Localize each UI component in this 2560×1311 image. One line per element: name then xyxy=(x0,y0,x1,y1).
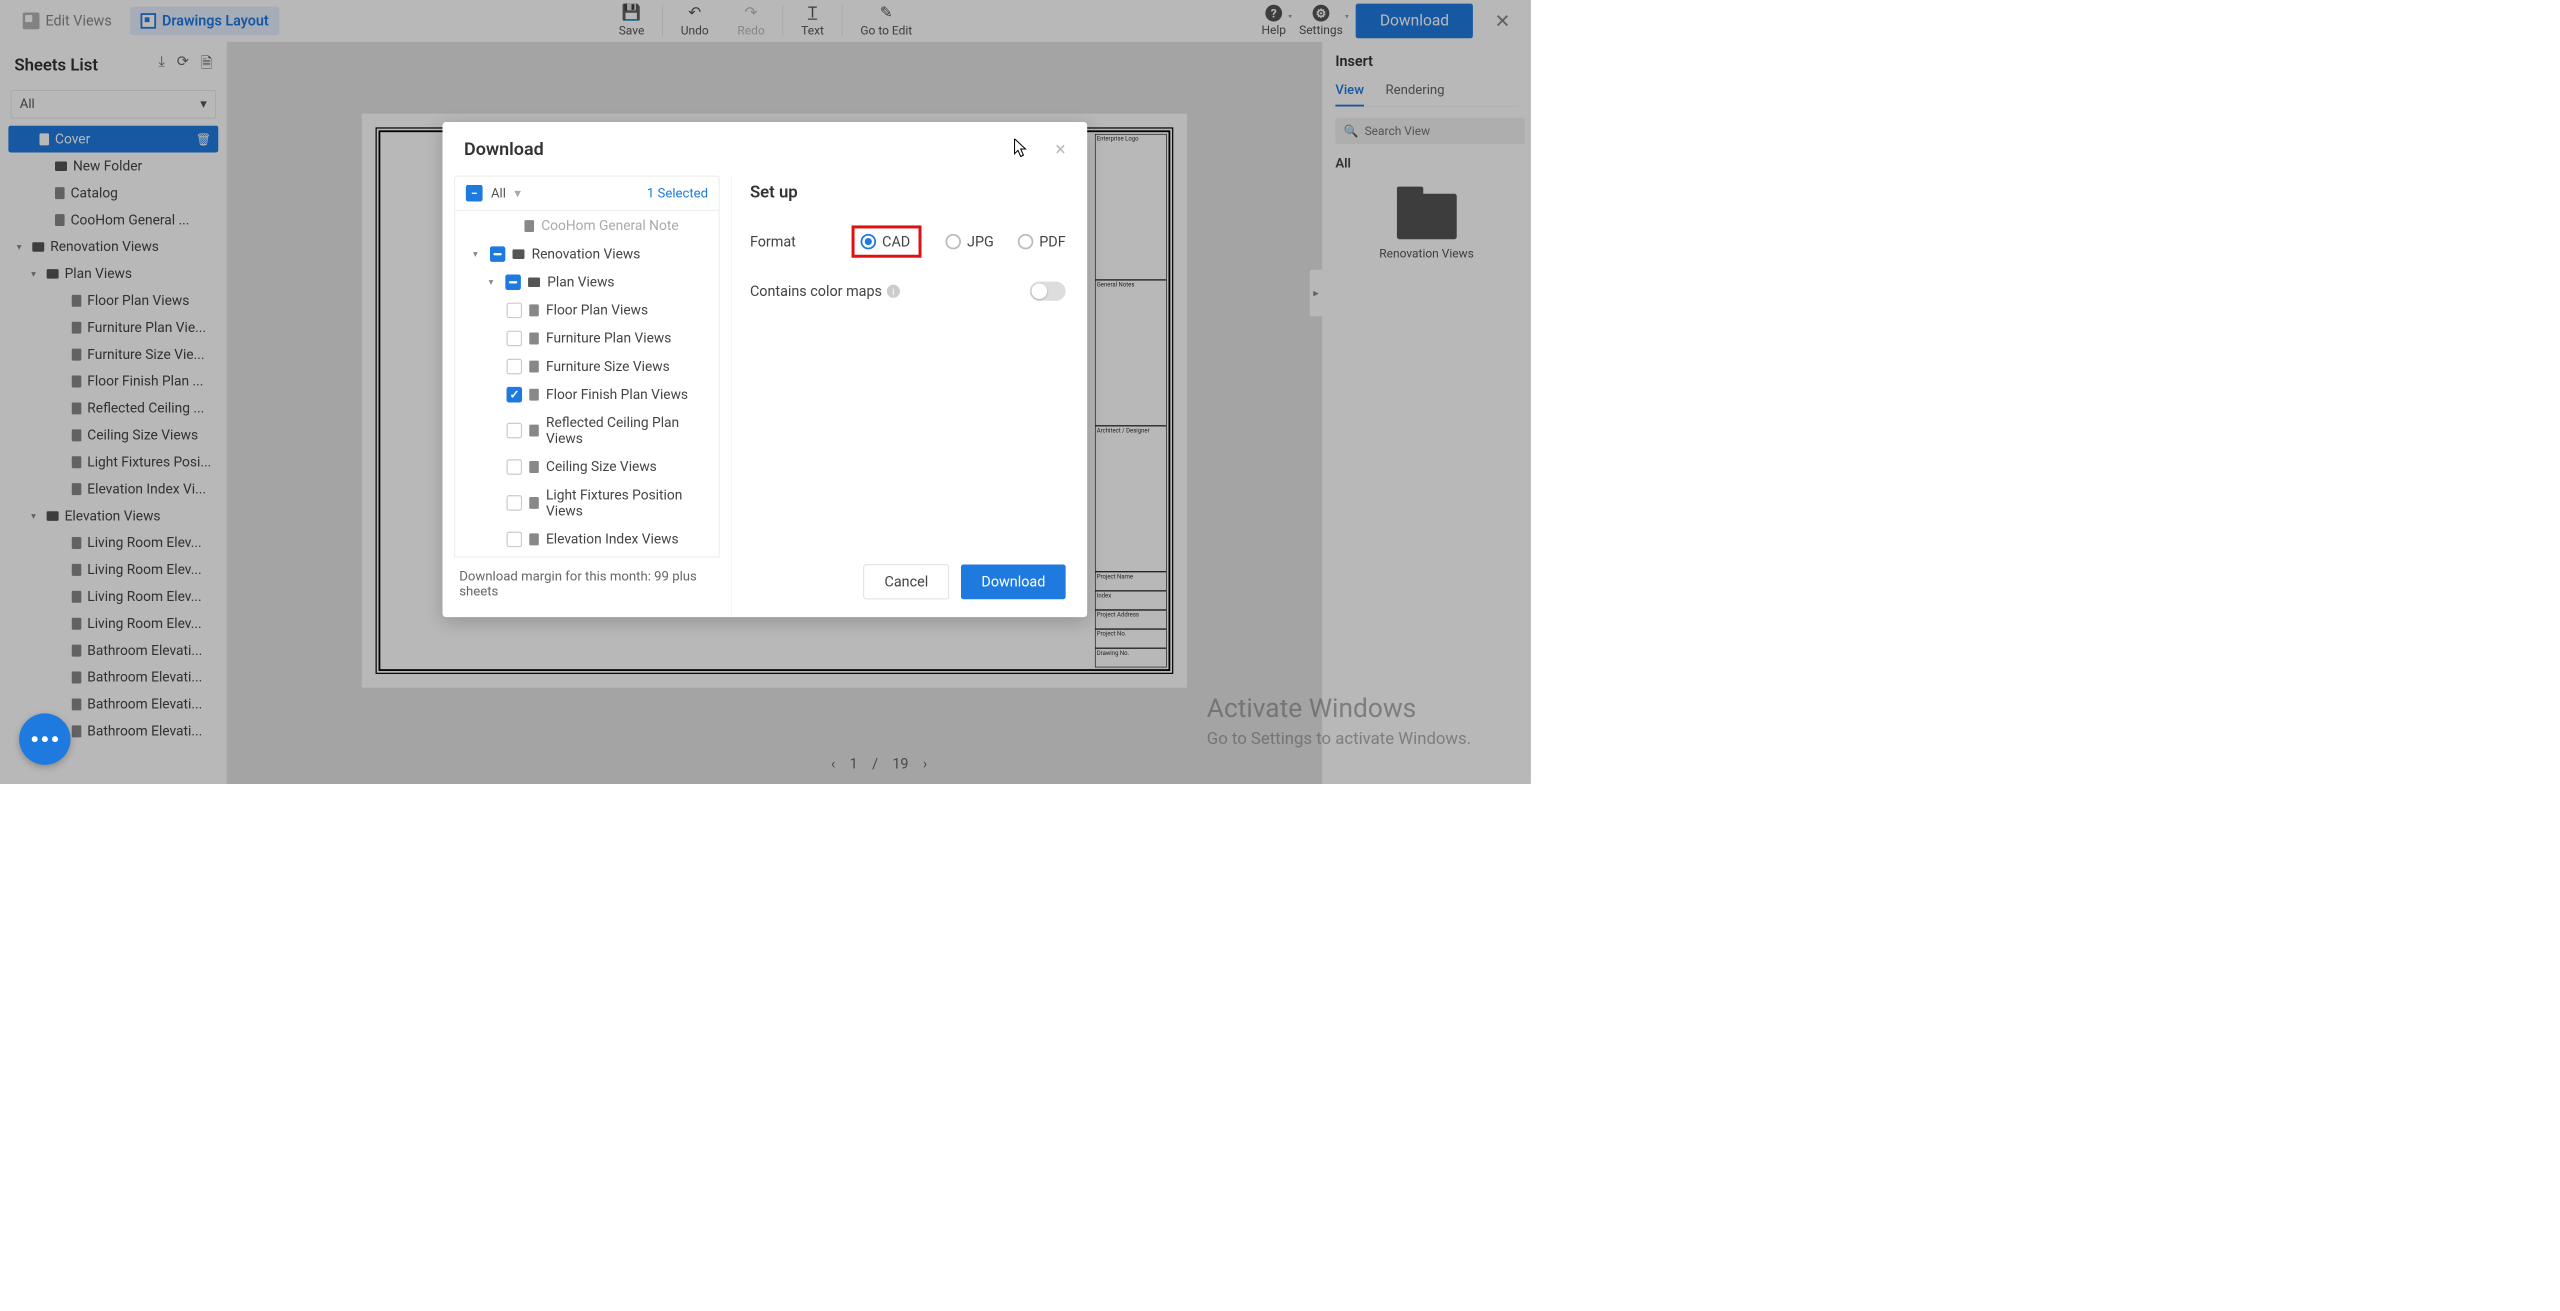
contains-color-toggle[interactable] xyxy=(1030,282,1066,301)
cancel-button[interactable]: Cancel xyxy=(864,565,950,600)
radio-icon xyxy=(946,234,962,250)
checkbox[interactable] xyxy=(507,330,523,346)
checkbox[interactable] xyxy=(507,302,523,318)
radio-icon xyxy=(1018,234,1034,250)
checkbox[interactable] xyxy=(507,387,523,403)
all-label: All xyxy=(491,186,506,201)
document-icon xyxy=(529,304,539,316)
document-icon xyxy=(529,533,539,545)
checkbox[interactable] xyxy=(507,459,523,475)
tree-item-plan[interactable]: ▾Plan Views xyxy=(455,268,719,296)
tree-item[interactable]: Floor Plan Views xyxy=(455,296,719,324)
radio-icon xyxy=(861,234,877,250)
format-cad-highlight: CAD xyxy=(852,225,922,257)
tree-item-floor-finish[interactable]: Floor Finish Plan Views xyxy=(455,380,719,408)
document-icon xyxy=(529,425,539,437)
format-label: Format xyxy=(750,233,852,250)
folder-icon xyxy=(512,249,524,259)
tree-item-renovation[interactable]: ▾Renovation Views xyxy=(455,240,719,268)
grid-view-icon[interactable] xyxy=(1536,124,1537,138)
caret-icon: ▾ xyxy=(473,248,483,259)
selected-count: 1 Selected xyxy=(647,186,708,201)
download-margin-note: Download margin for this month: 99 plus … xyxy=(454,557,719,605)
checkbox[interactable] xyxy=(490,246,506,262)
checkbox[interactable] xyxy=(507,495,523,511)
tree-item[interactable]: CooHom General Note xyxy=(455,212,719,240)
document-icon xyxy=(529,360,539,372)
info-icon[interactable]: i xyxy=(887,285,900,298)
contains-color-label: Contains color maps xyxy=(750,283,882,300)
select-all-checkbox[interactable]: − xyxy=(466,185,483,202)
checkbox[interactable] xyxy=(507,423,523,439)
document-icon xyxy=(529,332,539,344)
modal-sheet-selector: − All ▾ 1 Selected CooHom General Note ▾… xyxy=(443,176,732,617)
format-pdf-radio[interactable]: PDF xyxy=(1018,233,1066,250)
tree-item[interactable]: Light Fixtures Position Views xyxy=(455,481,719,525)
tree-item[interactable]: Reflected Ceiling Plan Views xyxy=(455,408,719,452)
document-icon xyxy=(529,461,539,473)
caret-icon: ▾ xyxy=(489,276,499,287)
folder-icon xyxy=(528,277,540,287)
modal-close-button[interactable]: × xyxy=(1055,138,1065,161)
format-jpg-radio[interactable]: JPG xyxy=(946,233,994,250)
checkbox[interactable] xyxy=(505,274,521,290)
download-confirm-button[interactable]: Download xyxy=(961,565,1066,600)
document-icon xyxy=(529,497,539,509)
checkbox[interactable] xyxy=(507,531,523,547)
tree-item[interactable]: Furniture Size Views xyxy=(455,352,719,380)
tree-item[interactable]: Elevation Index Views xyxy=(455,525,719,553)
tree-item[interactable]: Ceiling Size Views xyxy=(455,453,719,481)
document-icon xyxy=(524,220,534,232)
dropdown-caret-icon[interactable]: ▾ xyxy=(514,186,521,201)
document-icon xyxy=(529,388,539,400)
format-cad-radio[interactable]: CAD xyxy=(861,233,911,250)
checkbox[interactable] xyxy=(507,359,523,375)
modal-title: Download xyxy=(464,138,544,159)
modal-setup-panel: Set up Format CAD JPG PDF Contains color… xyxy=(731,176,1087,617)
setup-title: Set up xyxy=(750,182,1066,202)
tree-item[interactable]: Furniture Plan Views xyxy=(455,324,719,352)
download-modal: Download × − All ▾ 1 Selected CooHom Gen… xyxy=(443,122,1088,617)
chat-bubble-button[interactable] xyxy=(19,713,70,764)
